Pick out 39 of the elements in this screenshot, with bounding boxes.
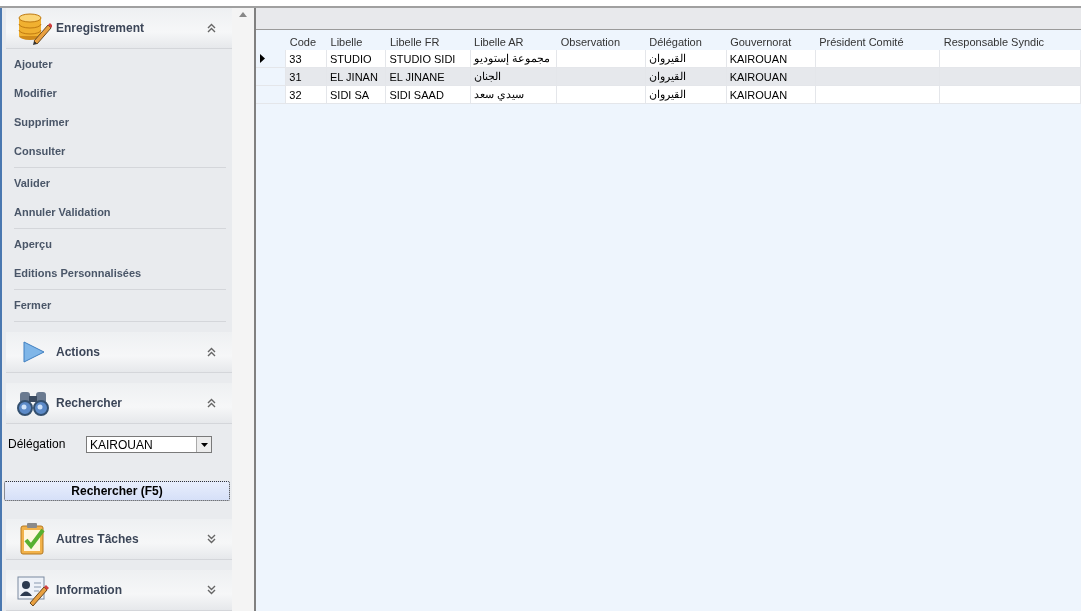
- dropdown-arrow-icon: [200, 442, 208, 447]
- database-pencil-icon: [16, 10, 52, 46]
- table-cell: STUDIO: [326, 50, 386, 68]
- sidebar-item[interactable]: Supprimer: [14, 108, 69, 137]
- section-header[interactable]: Rechercher: [6, 383, 232, 424]
- row-indicator[interactable]: [256, 50, 286, 68]
- sidebar-item[interactable]: Editions Personnalisées: [14, 259, 142, 288]
- collapse-chevron-icon[interactable]: [207, 347, 216, 357]
- table-cell: القيروان: [645, 50, 727, 68]
- field-label: Délégation: [8, 437, 67, 451]
- section-header[interactable]: Information: [6, 570, 232, 611]
- sidebar-item[interactable]: Ajouter: [14, 50, 53, 79]
- sidebar-item[interactable]: Aperçu: [14, 230, 52, 259]
- section-header[interactable]: Actions: [6, 332, 232, 373]
- delegation-dropdown[interactable]: KAIROUAN: [86, 436, 212, 453]
- section-header[interactable]: Autres Tâches: [6, 519, 232, 560]
- scroll-up-arrow-icon[interactable]: [239, 12, 247, 17]
- table-cell: مجموعة إستوديو: [470, 50, 557, 68]
- section-title: Autres Tâches: [56, 532, 140, 546]
- sidebar-item[interactable]: Modifier: [14, 79, 57, 108]
- person-card-pencil-icon: [16, 574, 52, 606]
- table-cell: 33: [285, 50, 327, 68]
- collapse-chevron-icon[interactable]: [207, 398, 216, 408]
- sidebar-item[interactable]: Valider: [14, 169, 51, 198]
- section-header[interactable]: Enregistrement: [6, 8, 232, 49]
- expand-chevron-icon[interactable]: [207, 534, 216, 544]
- collapse-chevron-icon[interactable]: [207, 23, 216, 33]
- section-title: Enregistrement: [56, 21, 146, 35]
- scrollbar[interactable]: [232, 8, 254, 611]
- sidebar-item[interactable]: Annuler Validation: [14, 198, 111, 227]
- search-button[interactable]: Rechercher (F5): [4, 481, 230, 501]
- sidebar-item[interactable]: Consulter: [14, 137, 66, 166]
- expand-chevron-icon[interactable]: [207, 585, 216, 595]
- sidebar-item[interactable]: Fermer: [14, 291, 52, 320]
- table-cell: KAIROUAN: [726, 50, 816, 68]
- section-title: Information: [56, 583, 123, 597]
- table-cell: STUDIO SIDI: [385, 50, 470, 68]
- section-title: Rechercher: [56, 396, 124, 410]
- section-title: Actions: [56, 345, 101, 359]
